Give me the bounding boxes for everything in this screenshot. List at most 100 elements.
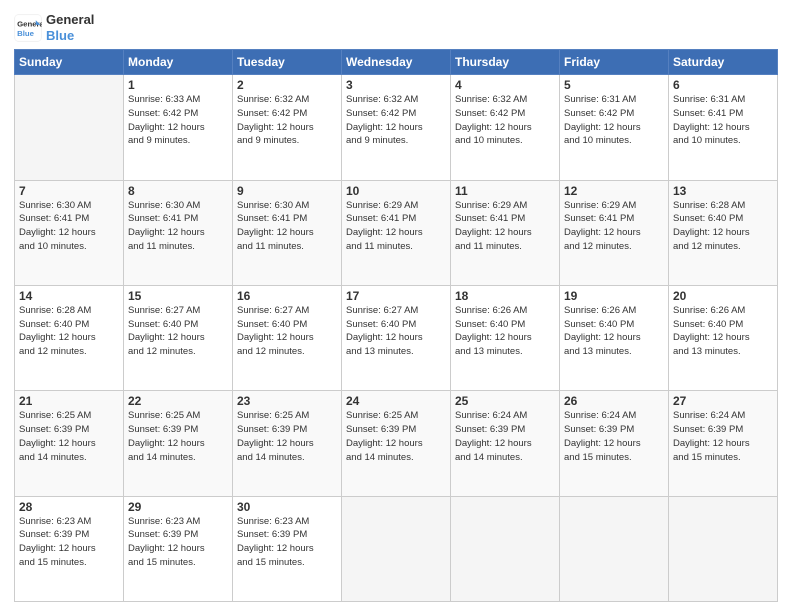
day-info: Sunrise: 6:32 AM Sunset: 6:42 PM Dayligh… xyxy=(455,93,555,148)
calendar-cell: 20Sunrise: 6:26 AM Sunset: 6:40 PM Dayli… xyxy=(669,285,778,390)
day-number: 20 xyxy=(673,289,773,303)
day-info: Sunrise: 6:29 AM Sunset: 6:41 PM Dayligh… xyxy=(455,199,555,254)
day-info: Sunrise: 6:31 AM Sunset: 6:41 PM Dayligh… xyxy=(673,93,773,148)
day-number: 5 xyxy=(564,78,664,92)
calendar-cell xyxy=(669,496,778,601)
day-number: 24 xyxy=(346,394,446,408)
day-info: Sunrise: 6:30 AM Sunset: 6:41 PM Dayligh… xyxy=(19,199,119,254)
day-number: 15 xyxy=(128,289,228,303)
calendar-cell: 13Sunrise: 6:28 AM Sunset: 6:40 PM Dayli… xyxy=(669,180,778,285)
calendar-cell: 8Sunrise: 6:30 AM Sunset: 6:41 PM Daylig… xyxy=(124,180,233,285)
calendar-cell xyxy=(342,496,451,601)
calendar-cell xyxy=(451,496,560,601)
day-number: 12 xyxy=(564,184,664,198)
calendar-cell: 2Sunrise: 6:32 AM Sunset: 6:42 PM Daylig… xyxy=(233,75,342,180)
calendar-week-row: 1Sunrise: 6:33 AM Sunset: 6:42 PM Daylig… xyxy=(15,75,778,180)
calendar-cell: 10Sunrise: 6:29 AM Sunset: 6:41 PM Dayli… xyxy=(342,180,451,285)
calendar-cell: 25Sunrise: 6:24 AM Sunset: 6:39 PM Dayli… xyxy=(451,391,560,496)
logo: General Blue General Blue xyxy=(14,12,94,43)
day-number: 19 xyxy=(564,289,664,303)
calendar-cell: 27Sunrise: 6:24 AM Sunset: 6:39 PM Dayli… xyxy=(669,391,778,496)
day-number: 28 xyxy=(19,500,119,514)
day-info: Sunrise: 6:33 AM Sunset: 6:42 PM Dayligh… xyxy=(128,93,228,148)
calendar-week-row: 21Sunrise: 6:25 AM Sunset: 6:39 PM Dayli… xyxy=(15,391,778,496)
day-info: Sunrise: 6:28 AM Sunset: 6:40 PM Dayligh… xyxy=(673,199,773,254)
day-number: 9 xyxy=(237,184,337,198)
day-info: Sunrise: 6:32 AM Sunset: 6:42 PM Dayligh… xyxy=(237,93,337,148)
day-info: Sunrise: 6:24 AM Sunset: 6:39 PM Dayligh… xyxy=(455,409,555,464)
column-header-tuesday: Tuesday xyxy=(233,50,342,75)
calendar-cell: 1Sunrise: 6:33 AM Sunset: 6:42 PM Daylig… xyxy=(124,75,233,180)
day-info: Sunrise: 6:30 AM Sunset: 6:41 PM Dayligh… xyxy=(128,199,228,254)
day-info: Sunrise: 6:25 AM Sunset: 6:39 PM Dayligh… xyxy=(346,409,446,464)
day-info: Sunrise: 6:24 AM Sunset: 6:39 PM Dayligh… xyxy=(673,409,773,464)
column-header-saturday: Saturday xyxy=(669,50,778,75)
calendar-cell: 6Sunrise: 6:31 AM Sunset: 6:41 PM Daylig… xyxy=(669,75,778,180)
day-info: Sunrise: 6:23 AM Sunset: 6:39 PM Dayligh… xyxy=(237,515,337,570)
calendar-cell: 26Sunrise: 6:24 AM Sunset: 6:39 PM Dayli… xyxy=(560,391,669,496)
day-info: Sunrise: 6:29 AM Sunset: 6:41 PM Dayligh… xyxy=(346,199,446,254)
day-number: 2 xyxy=(237,78,337,92)
day-number: 23 xyxy=(237,394,337,408)
day-number: 25 xyxy=(455,394,555,408)
svg-text:Blue: Blue xyxy=(17,28,35,37)
column-header-friday: Friday xyxy=(560,50,669,75)
calendar-cell: 29Sunrise: 6:23 AM Sunset: 6:39 PM Dayli… xyxy=(124,496,233,601)
column-header-monday: Monday xyxy=(124,50,233,75)
day-number: 17 xyxy=(346,289,446,303)
day-number: 14 xyxy=(19,289,119,303)
day-number: 6 xyxy=(673,78,773,92)
calendar-week-row: 7Sunrise: 6:30 AM Sunset: 6:41 PM Daylig… xyxy=(15,180,778,285)
day-number: 16 xyxy=(237,289,337,303)
day-info: Sunrise: 6:26 AM Sunset: 6:40 PM Dayligh… xyxy=(564,304,664,359)
calendar-cell: 16Sunrise: 6:27 AM Sunset: 6:40 PM Dayli… xyxy=(233,285,342,390)
day-number: 27 xyxy=(673,394,773,408)
calendar-cell: 3Sunrise: 6:32 AM Sunset: 6:42 PM Daylig… xyxy=(342,75,451,180)
calendar-cell: 12Sunrise: 6:29 AM Sunset: 6:41 PM Dayli… xyxy=(560,180,669,285)
day-info: Sunrise: 6:26 AM Sunset: 6:40 PM Dayligh… xyxy=(673,304,773,359)
day-number: 7 xyxy=(19,184,119,198)
day-info: Sunrise: 6:27 AM Sunset: 6:40 PM Dayligh… xyxy=(237,304,337,359)
logo-text: General Blue xyxy=(46,12,94,43)
calendar-cell xyxy=(560,496,669,601)
day-info: Sunrise: 6:25 AM Sunset: 6:39 PM Dayligh… xyxy=(128,409,228,464)
day-number: 29 xyxy=(128,500,228,514)
calendar-cell: 21Sunrise: 6:25 AM Sunset: 6:39 PM Dayli… xyxy=(15,391,124,496)
column-header-sunday: Sunday xyxy=(15,50,124,75)
day-info: Sunrise: 6:29 AM Sunset: 6:41 PM Dayligh… xyxy=(564,199,664,254)
calendar-cell: 15Sunrise: 6:27 AM Sunset: 6:40 PM Dayli… xyxy=(124,285,233,390)
calendar-cell: 11Sunrise: 6:29 AM Sunset: 6:41 PM Dayli… xyxy=(451,180,560,285)
calendar-cell: 9Sunrise: 6:30 AM Sunset: 6:41 PM Daylig… xyxy=(233,180,342,285)
day-info: Sunrise: 6:24 AM Sunset: 6:39 PM Dayligh… xyxy=(564,409,664,464)
day-info: Sunrise: 6:25 AM Sunset: 6:39 PM Dayligh… xyxy=(19,409,119,464)
calendar-cell: 22Sunrise: 6:25 AM Sunset: 6:39 PM Dayli… xyxy=(124,391,233,496)
day-info: Sunrise: 6:23 AM Sunset: 6:39 PM Dayligh… xyxy=(19,515,119,570)
day-number: 13 xyxy=(673,184,773,198)
calendar-cell: 23Sunrise: 6:25 AM Sunset: 6:39 PM Dayli… xyxy=(233,391,342,496)
day-number: 3 xyxy=(346,78,446,92)
day-number: 30 xyxy=(237,500,337,514)
day-info: Sunrise: 6:31 AM Sunset: 6:42 PM Dayligh… xyxy=(564,93,664,148)
calendar-cell: 19Sunrise: 6:26 AM Sunset: 6:40 PM Dayli… xyxy=(560,285,669,390)
calendar-table: SundayMondayTuesdayWednesdayThursdayFrid… xyxy=(14,49,778,602)
day-info: Sunrise: 6:32 AM Sunset: 6:42 PM Dayligh… xyxy=(346,93,446,148)
day-info: Sunrise: 6:28 AM Sunset: 6:40 PM Dayligh… xyxy=(19,304,119,359)
header: General Blue General Blue xyxy=(14,12,778,43)
calendar-cell: 5Sunrise: 6:31 AM Sunset: 6:42 PM Daylig… xyxy=(560,75,669,180)
column-header-thursday: Thursday xyxy=(451,50,560,75)
day-info: Sunrise: 6:27 AM Sunset: 6:40 PM Dayligh… xyxy=(346,304,446,359)
day-info: Sunrise: 6:23 AM Sunset: 6:39 PM Dayligh… xyxy=(128,515,228,570)
calendar-cell xyxy=(15,75,124,180)
calendar-week-row: 14Sunrise: 6:28 AM Sunset: 6:40 PM Dayli… xyxy=(15,285,778,390)
calendar-cell: 30Sunrise: 6:23 AM Sunset: 6:39 PM Dayli… xyxy=(233,496,342,601)
day-number: 1 xyxy=(128,78,228,92)
day-number: 22 xyxy=(128,394,228,408)
day-number: 4 xyxy=(455,78,555,92)
calendar-cell: 28Sunrise: 6:23 AM Sunset: 6:39 PM Dayli… xyxy=(15,496,124,601)
day-number: 26 xyxy=(564,394,664,408)
page: General Blue General Blue SundayMondayTu… xyxy=(0,0,792,612)
day-number: 11 xyxy=(455,184,555,198)
day-info: Sunrise: 6:27 AM Sunset: 6:40 PM Dayligh… xyxy=(128,304,228,359)
calendar-cell: 17Sunrise: 6:27 AM Sunset: 6:40 PM Dayli… xyxy=(342,285,451,390)
day-number: 18 xyxy=(455,289,555,303)
